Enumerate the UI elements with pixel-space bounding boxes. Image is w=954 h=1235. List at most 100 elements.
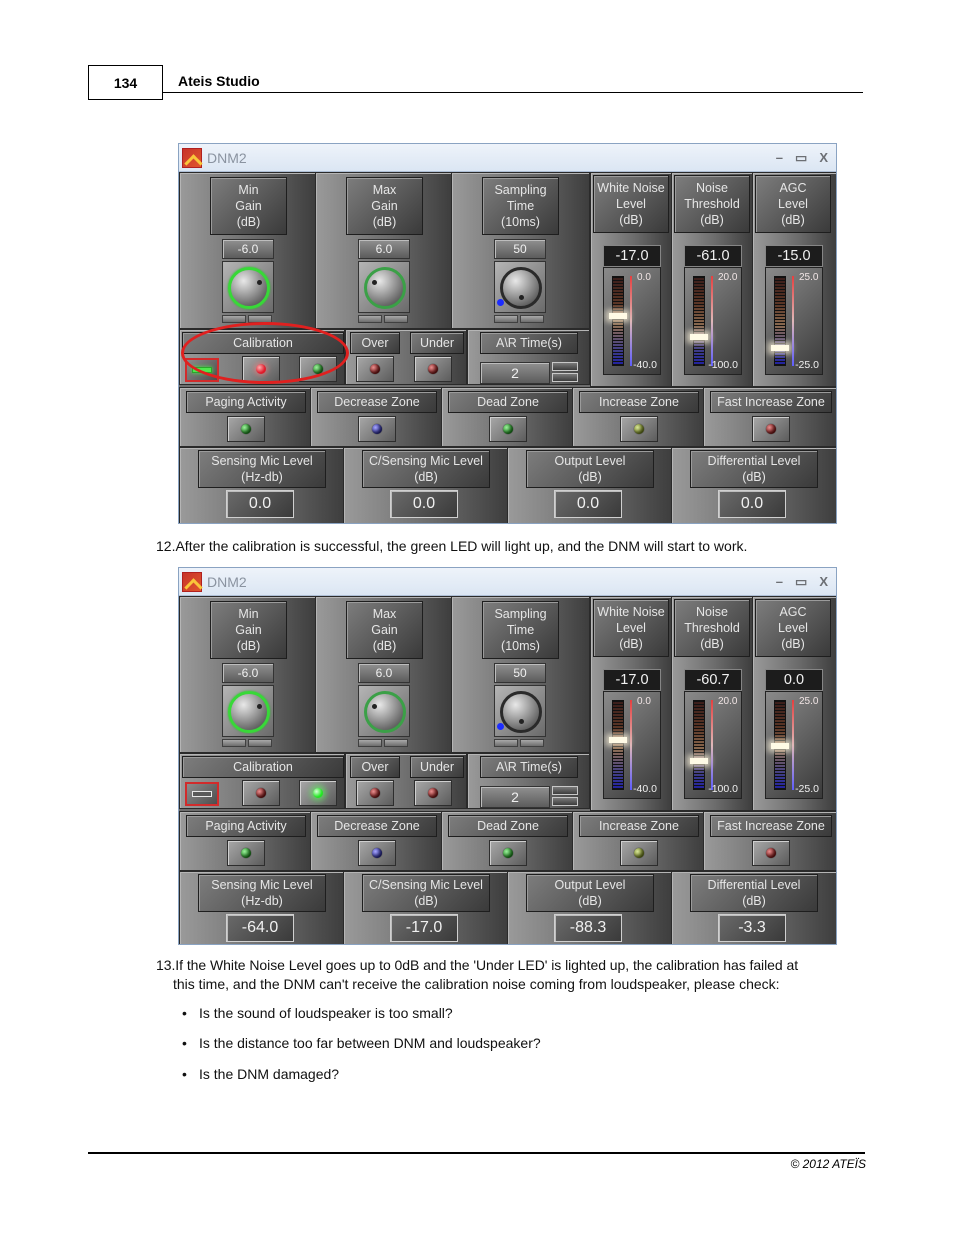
under-label: Under	[410, 332, 464, 354]
close-button[interactable]: X	[819, 150, 828, 166]
increment-button[interactable]	[384, 739, 408, 747]
meter-value: -15.0	[765, 245, 823, 267]
rotary-knob[interactable]	[364, 691, 406, 733]
label-line: Output Level	[554, 878, 626, 892]
increment-button[interactable]	[248, 739, 272, 747]
header-rule	[162, 92, 863, 93]
over-led	[356, 356, 394, 382]
meter-level-marker[interactable]	[609, 312, 627, 319]
label-line: Threshold	[684, 197, 740, 211]
meter-level-marker[interactable]	[690, 334, 708, 341]
knob-value: -6.0	[222, 239, 274, 259]
level-meter: 20.0 -100.0	[684, 267, 742, 375]
meter-level-marker[interactable]	[771, 743, 789, 749]
window-title: DNM2	[207, 573, 247, 590]
increment-button[interactable]	[520, 739, 544, 747]
page-number: 134	[88, 65, 163, 100]
readout-value: -88.3	[554, 914, 622, 942]
over-under-panel: Over Under	[345, 329, 467, 385]
meter-bar	[612, 700, 624, 790]
label-line: (dB)	[578, 470, 602, 484]
check-item-text: Is the DNM damaged?	[199, 1066, 340, 1082]
maximize-button[interactable]: ▭	[795, 574, 807, 590]
knob-value: -6.0	[222, 663, 274, 683]
meter-label: Noise Threshold (dB)	[674, 175, 750, 233]
indicator-led	[752, 840, 790, 866]
meter-max-label: 0.0	[637, 272, 651, 283]
meter-level-marker[interactable]	[771, 344, 789, 351]
meter-level-marker[interactable]	[609, 736, 627, 743]
ar-time-down-button[interactable]	[552, 797, 578, 806]
knob-spin-buttons	[222, 315, 272, 323]
decrement-button[interactable]	[358, 315, 382, 323]
calibration-toggle[interactable]	[185, 782, 219, 806]
calibration-panel: Calibration	[179, 329, 345, 385]
meter-min-label: -25.0	[795, 359, 819, 371]
meter-min-label: -100.0	[708, 783, 738, 795]
under-led-icon	[428, 364, 438, 374]
rotary-knob[interactable]	[500, 267, 542, 309]
decrement-button[interactable]	[494, 739, 518, 747]
readout-panel: Sensing Mic Level (Hz-db) 0.0	[179, 447, 344, 523]
toggle-indicator	[192, 791, 212, 797]
label-line: (dB)	[414, 894, 438, 908]
decrement-button[interactable]	[222, 739, 246, 747]
knob-indicator	[372, 280, 377, 285]
knob-min-marker	[497, 299, 504, 306]
over-under-panel: Over Under	[345, 753, 467, 809]
level-meter: 25.0 -25.0	[765, 691, 823, 799]
meter-level-marker[interactable]	[690, 757, 708, 764]
ar-time-label: A\R Time(s)	[480, 756, 578, 778]
indicator-panel: Increase Zone	[572, 811, 704, 871]
rotary-knob[interactable]	[364, 267, 406, 309]
label-line: (dB)	[578, 894, 602, 908]
knob-indicator	[372, 704, 377, 709]
label-line: Min	[238, 183, 259, 197]
increment-button[interactable]	[520, 315, 544, 323]
green-led-icon	[313, 788, 323, 798]
rotary-knob[interactable]	[228, 267, 270, 309]
decrement-button[interactable]	[222, 315, 246, 323]
maximize-button[interactable]: ▭	[795, 150, 807, 166]
knob-label: Min Gain (dB)	[210, 177, 287, 235]
label-line: Gain	[235, 199, 262, 213]
over-led	[356, 780, 394, 806]
ar-time-down-button[interactable]	[552, 373, 578, 382]
calibration-toggle[interactable]	[185, 358, 219, 382]
over-label: Over	[350, 756, 400, 778]
indicator-led	[489, 840, 527, 866]
increment-button[interactable]	[384, 315, 408, 323]
knob-spin-buttons	[358, 739, 408, 747]
rotary-knob[interactable]	[228, 691, 270, 733]
ar-time-panel: A\R Time(s) 2	[467, 329, 590, 385]
label-line: Sensing Mic Level	[211, 878, 313, 892]
over-led-icon	[370, 788, 380, 798]
green-led-icon	[503, 424, 513, 434]
red-led-icon	[766, 848, 776, 858]
ar-time-up-button[interactable]	[552, 362, 578, 371]
ar-time-value[interactable]: 2	[480, 786, 550, 808]
readout-panel: Output Level (dB) -88.3	[507, 871, 672, 944]
ar-time-up-button[interactable]	[552, 786, 578, 795]
knob-spin-buttons	[222, 739, 272, 747]
minimize-button[interactable]: –	[776, 574, 783, 590]
close-button[interactable]: X	[819, 574, 828, 590]
meter-max-label: 20.0	[718, 272, 738, 283]
toggle-indicator	[192, 367, 212, 373]
decrement-button[interactable]	[358, 739, 382, 747]
window-controls: – ▭ X	[776, 150, 828, 166]
meter-min-label: -100.0	[708, 359, 738, 371]
decrement-button[interactable]	[494, 315, 518, 323]
increment-button[interactable]	[248, 315, 272, 323]
rotary-knob[interactable]	[500, 691, 542, 733]
readout-panel: Differential Level (dB) 0.0	[671, 447, 836, 523]
meter-label: White Noise Level (dB)	[593, 175, 669, 233]
meter-min-label: -40.0	[633, 359, 657, 371]
label-line: Max	[372, 607, 397, 621]
ar-time-value[interactable]: 2	[480, 362, 550, 384]
meter-value: 0.0	[765, 669, 823, 691]
minimize-button[interactable]: –	[776, 150, 783, 166]
meter-min-label: -40.0	[633, 783, 657, 795]
calibration-red-led	[242, 356, 280, 382]
readout-label: Sensing Mic Level (Hz-db)	[198, 874, 326, 912]
